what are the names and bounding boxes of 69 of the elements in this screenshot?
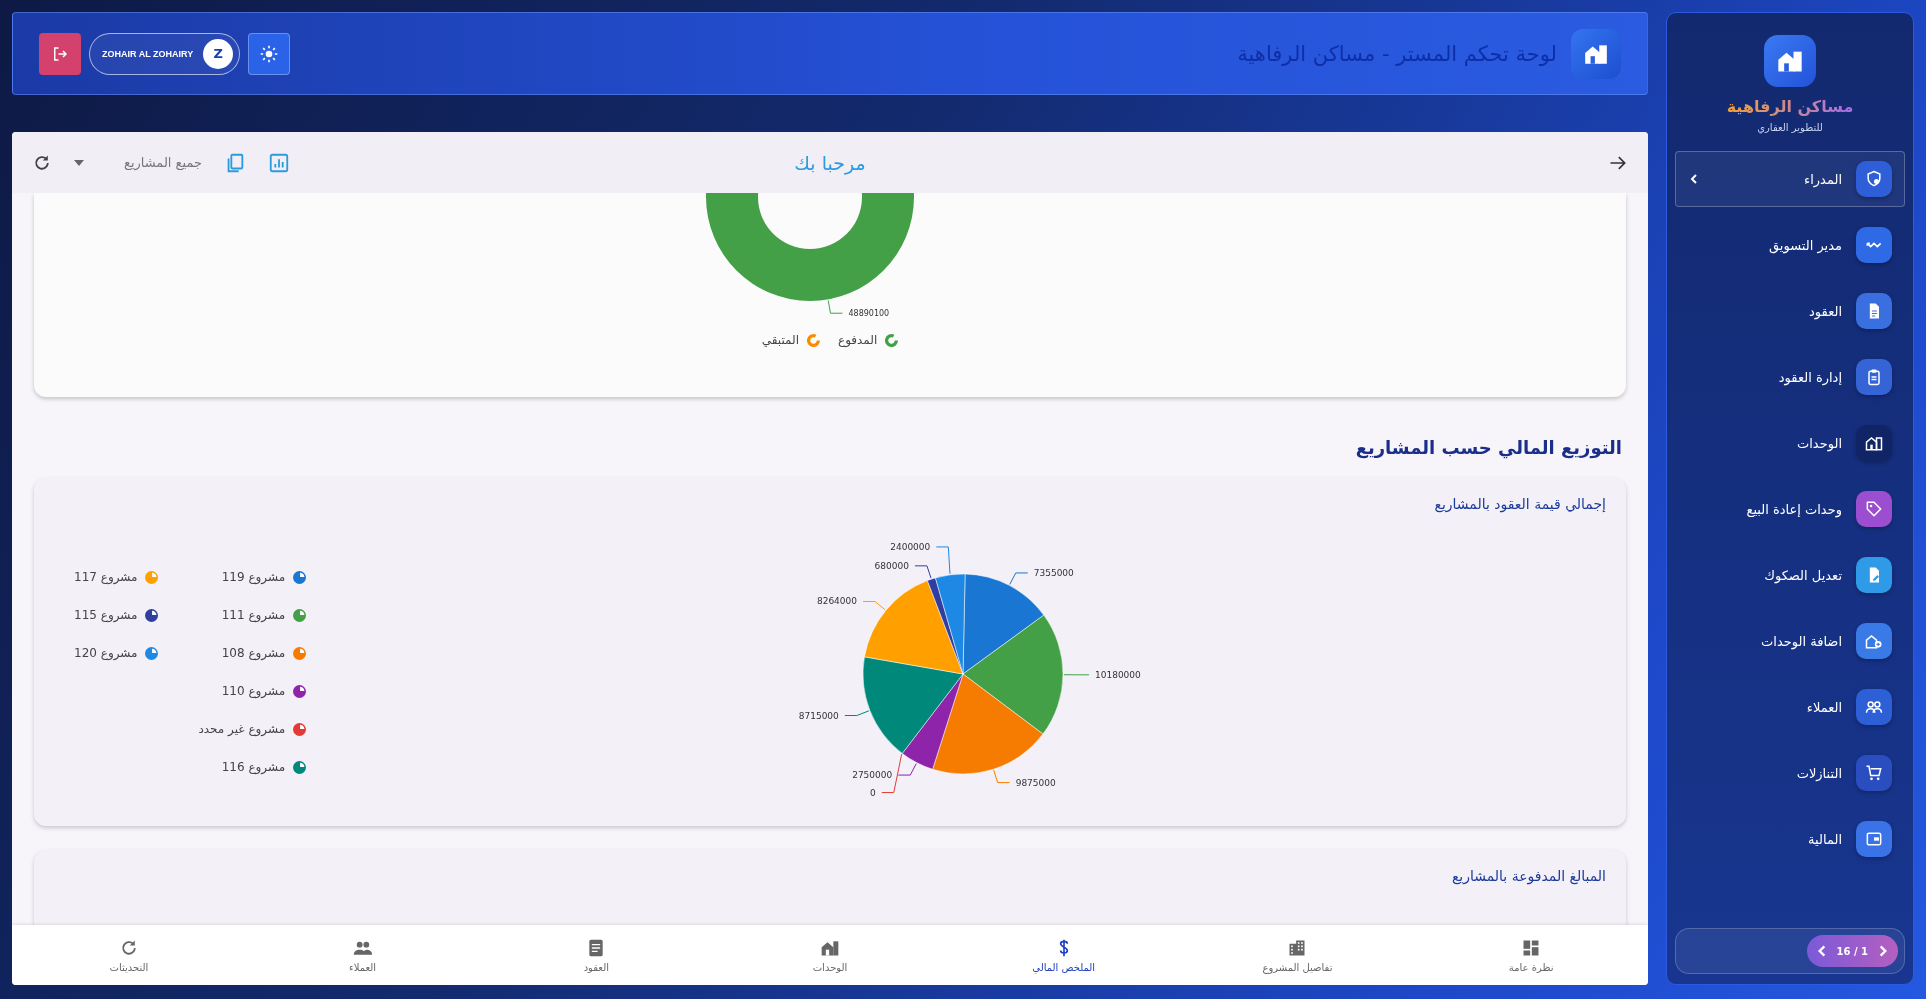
leader-line	[827, 299, 843, 314]
nav-tab[interactable]: العملاء	[245, 925, 480, 985]
sidebar-item[interactable]: العملاء	[1675, 679, 1905, 735]
card-title: المبالغ المدفوعة بالمشاريع	[1450, 867, 1607, 884]
caret-icon	[74, 159, 84, 166]
legend-label: مشروع 111	[221, 608, 286, 622]
leader-line	[992, 769, 1010, 784]
leader-line	[1063, 674, 1090, 676]
slice-value-label: 9875000	[1015, 777, 1056, 788]
chevron-icon	[1688, 173, 1700, 185]
legend-label: مشروع 120	[74, 646, 138, 660]
brand-name: مساكن الرفاهية	[1726, 97, 1854, 116]
legend-label: المتبقي	[761, 333, 799, 347]
legend-label: مشروع 115	[74, 608, 138, 622]
legend-label: مشروع 117	[74, 570, 138, 584]
slice-value-label: 0	[869, 787, 876, 798]
project-dropdown[interactable]: جميع المشاريع	[70, 149, 206, 176]
sidebar-item[interactable]: إدارة العقود	[1675, 349, 1905, 405]
sun-icon	[259, 43, 280, 64]
nav-tab[interactable]: الملخص المالي	[946, 925, 1181, 985]
nav-tab[interactable]: نظرة عامة	[1414, 925, 1648, 985]
legend-label: مشروع 108	[221, 646, 286, 660]
sidebar-item[interactable]: اضافة الوحدات	[1675, 613, 1905, 669]
legend-label: مشروع غير محدد	[198, 722, 286, 736]
nav-tab[interactable]: العقود	[479, 925, 714, 985]
tag-icon	[1864, 499, 1884, 519]
slice-value-label: 7355000	[1033, 567, 1074, 578]
sidebar-item[interactable]: مدير التسويق	[1675, 217, 1905, 273]
sidebar-item[interactable]: الوحدات	[1675, 415, 1905, 471]
welcome-title: مرحبا بك	[794, 151, 866, 174]
leader-line	[935, 546, 951, 575]
slice-value-label: 2750000	[851, 770, 892, 781]
sidebar-item[interactable]: تعديل الصكوك	[1675, 547, 1905, 603]
legend-label: المدفوع	[837, 333, 878, 347]
legend-label: مشروع 119	[221, 570, 286, 584]
wallet-icon	[1864, 829, 1884, 849]
slice-value-label: 680000	[874, 560, 909, 571]
user-name: ZOHAIR AL ZOHAIRY	[102, 48, 194, 59]
section-heading: التوزيع المالي حسب المشاريع	[1354, 437, 1623, 458]
bar-chart-icon	[268, 151, 290, 174]
leader-line	[1008, 572, 1028, 585]
logout-button[interactable]	[39, 32, 81, 75]
leader-line	[843, 710, 870, 716]
nav-tab[interactable]: التحديثات	[12, 925, 246, 985]
brand-subtitle: للتطوير العقاري	[1757, 122, 1823, 133]
card-title: إجمالي قيمة العقود بالمشاريع	[1433, 495, 1607, 512]
slice-value-label: 48890100	[848, 308, 890, 318]
legend-label: مشروع 116	[221, 760, 286, 774]
sidebar-item[interactable]: المالية	[1675, 811, 1905, 867]
nav-tab[interactable]: تفاصيل المشروع	[1180, 925, 1415, 985]
sidebar-item[interactable]: العقود	[1675, 283, 1905, 339]
leader-line	[914, 565, 932, 579]
cart-icon	[1864, 763, 1884, 783]
user-avatar: Z	[203, 38, 234, 69]
shield-person-icon	[1864, 169, 1884, 189]
legend-label: مشروع 110	[221, 684, 286, 698]
sidebar-item[interactable]: المدراء	[1675, 151, 1905, 207]
slice-value-label: 2400000	[889, 541, 930, 552]
page-indicator: 16 / 1	[1836, 945, 1868, 957]
slice-value-label: 8715000	[798, 710, 839, 721]
slice-value-label: 10180000	[1094, 669, 1141, 680]
nav-tab[interactable]: الوحدات	[713, 925, 947, 985]
slice-value-label: 8264000	[816, 596, 857, 607]
user-chip[interactable]: ZOHAIR AL ZOHAIRY Z	[89, 32, 241, 75]
sidebar-item[interactable]: وحدات إعادة البيع	[1675, 481, 1905, 537]
sidebar-item[interactable]: التنازلات	[1675, 745, 1905, 801]
leader-line	[862, 601, 886, 611]
theme-toggle-button[interactable]	[248, 32, 291, 75]
logout-icon	[51, 44, 69, 63]
